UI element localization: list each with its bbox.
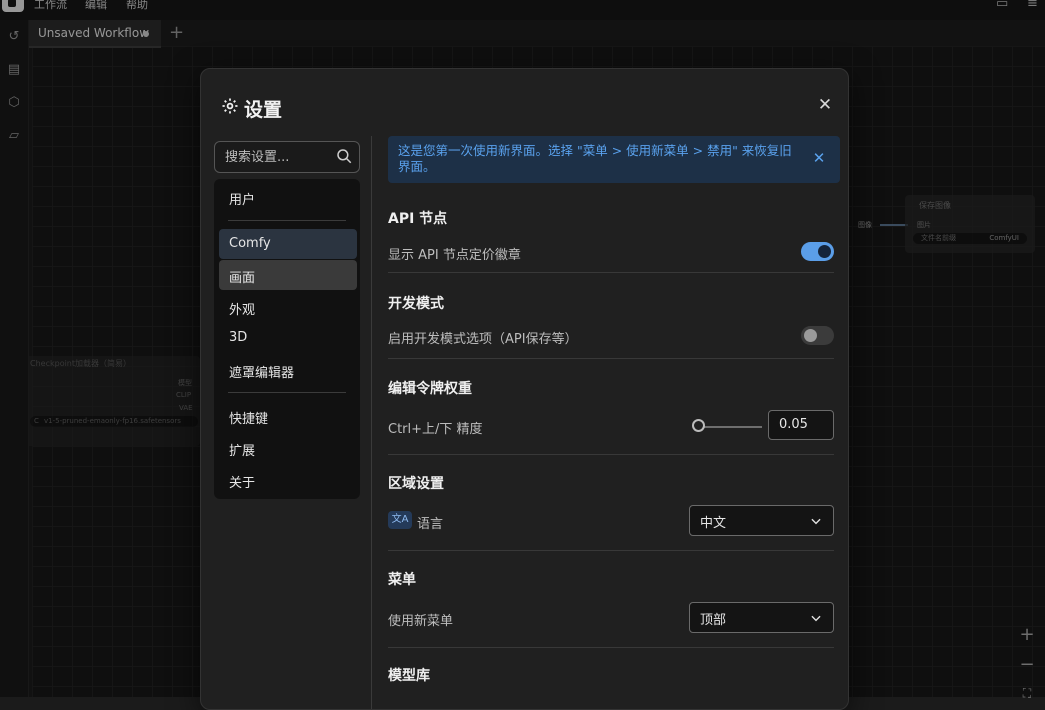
nav-divider	[228, 392, 346, 393]
section-title-menu: 菜单	[388, 572, 416, 588]
setting-label-dev-mode: 启用开发模式选项（API保存等）	[388, 332, 578, 347]
precision-value: 0.05	[779, 417, 808, 432]
new-ui-info-banner: 这是您第一次使用新界面。选择 "菜单 > 使用新菜单 > 禁用" 来恢复旧界面。…	[388, 136, 840, 183]
new-menu-value: 顶部	[700, 613, 727, 628]
api-badge-toggle[interactable]	[801, 242, 834, 261]
translate-icon: 文A	[388, 511, 412, 529]
section-divider	[388, 647, 834, 648]
new-menu-select[interactable]: 顶部	[689, 602, 834, 633]
setting-label-language: 语言	[417, 517, 444, 532]
section-divider	[388, 550, 834, 551]
panel-divider	[371, 136, 372, 709]
nav-item-appearance[interactable]: 外观	[219, 292, 357, 322]
dev-mode-toggle[interactable]	[801, 326, 834, 345]
nav-item-keybinding[interactable]: 快捷键	[219, 401, 357, 431]
section-divider	[388, 272, 834, 273]
precision-slider-thumb[interactable]	[692, 419, 705, 432]
close-icon[interactable]: ✕	[815, 95, 835, 115]
nav-item-extension[interactable]: 扩展	[219, 433, 357, 463]
section-title-api-nodes: API 节点	[388, 211, 448, 227]
nav-item-label: 关于	[229, 476, 256, 491]
banner-close-icon[interactable]: ✕	[810, 149, 828, 167]
dialog-title: 设置	[244, 99, 283, 121]
section-title-dev-mode: 开发模式	[388, 296, 444, 312]
toggle-knob	[804, 329, 817, 342]
nav-item-label: 遮罩编辑器	[229, 366, 295, 381]
banner-text: 这是您第一次使用新界面。选择 "菜单 > 使用新菜单 > 禁用" 来恢复旧界面。	[398, 143, 792, 174]
chevron-down-icon	[811, 518, 821, 525]
nav-item-comfy[interactable]: Comfy	[219, 229, 357, 259]
nav-item-label: 快捷键	[229, 412, 269, 427]
setting-label-precision: Ctrl+上/下 精度	[388, 422, 483, 437]
nav-item-label: 外观	[229, 303, 256, 318]
nav-item-about[interactable]: 关于	[219, 465, 357, 495]
section-title-edit-token-weight: 编辑令牌权重	[388, 381, 472, 397]
nav-item-canvas[interactable]: 画面	[219, 260, 357, 290]
settings-dialog: 设置 ✕ 用户 Comfy 画面 外观 3D 遮罩编辑器 快捷键 扩展 关于 这…	[200, 68, 849, 710]
language-value: 中文	[700, 516, 727, 531]
nav-item-mask-editor[interactable]: 遮罩编辑器	[219, 355, 357, 385]
chevron-down-icon	[811, 615, 821, 622]
nav-divider	[228, 220, 346, 221]
section-divider	[388, 358, 834, 359]
language-select[interactable]: 中文	[689, 505, 834, 536]
nav-item-label: Comfy	[229, 236, 271, 251]
search-input[interactable]	[223, 147, 333, 167]
search-icon[interactable]	[335, 146, 353, 166]
settings-search	[214, 141, 360, 173]
toggle-knob	[818, 245, 831, 258]
settings-content: 这是您第一次使用新界面。选择 "菜单 > 使用新菜单 > 禁用" 来恢复旧界面。…	[388, 136, 841, 706]
nav-item-label: 画面	[229, 271, 256, 286]
nav-item-3d[interactable]: 3D	[219, 323, 357, 353]
section-title-model-library: 模型库	[388, 668, 430, 684]
gear-icon	[221, 97, 239, 115]
setting-label-api-badge: 显示 API 节点定价徽章	[388, 248, 521, 263]
settings-nav: 用户 Comfy 画面 外观 3D 遮罩编辑器 快捷键 扩展 关于	[214, 179, 360, 499]
section-divider	[388, 454, 834, 455]
setting-label-new-menu: 使用新菜单	[388, 614, 454, 629]
nav-item-label: 用户	[229, 193, 256, 208]
nav-item-label: 扩展	[229, 444, 256, 459]
precision-input[interactable]: 0.05	[768, 410, 834, 440]
nav-item-user[interactable]: 用户	[219, 182, 357, 212]
section-title-locale: 区域设置	[388, 476, 444, 492]
precision-slider-track[interactable]	[698, 426, 762, 428]
nav-item-label: 3D	[229, 330, 248, 345]
